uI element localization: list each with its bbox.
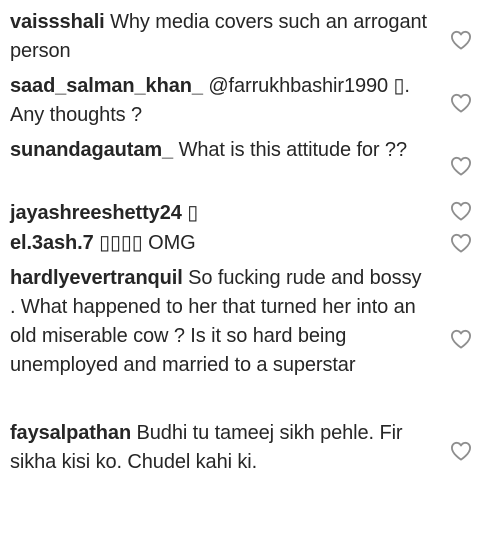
heart-outline-icon[interactable] [450,329,472,349]
comment: jayashreeshetty24 ▯ [10,197,500,229]
comment: el.3ash.7 ▯▯▯▯ OMG [10,229,500,261]
heart-outline-icon[interactable] [450,93,472,113]
comment-text: ▯▯▯▯ OMG [99,232,196,254]
heart-outline-icon[interactable] [450,156,472,176]
heart-outline-icon[interactable] [450,201,472,221]
heart-outline-icon[interactable] [450,441,472,461]
comment: faysalpathan Budhi tu tameej sikh pehle.… [10,416,500,486]
heart-outline-icon[interactable] [450,30,472,50]
comment: saad_salman_khan_ @farrukhbashir1990 ▯. … [10,71,500,134]
comment-username[interactable]: el.3ash.7 [10,232,94,254]
comment-username[interactable]: sunandagautam_ [10,139,173,161]
comment: hardlyevertranquil So fucking rude and b… [10,261,500,416]
comment: sunandagautam_ What is this attitude for… [10,134,500,197]
comment-username[interactable]: saad_salman_khan_ [10,75,203,97]
comments-list: vaissshali Why media covers such an arro… [0,0,500,541]
comment-text: ▯ [187,202,199,224]
comment: vaissshali Why media covers such an arro… [10,8,500,71]
comment-text: What is this attitude for ?? [178,139,408,161]
comment-username[interactable]: jayashreeshetty24 [10,202,182,224]
comment-username[interactable]: faysalpathan [10,422,131,444]
heart-outline-icon[interactable] [450,233,472,253]
comment-username[interactable]: hardlyevertranquil [10,267,183,289]
comment-username[interactable]: vaissshali [10,11,105,33]
